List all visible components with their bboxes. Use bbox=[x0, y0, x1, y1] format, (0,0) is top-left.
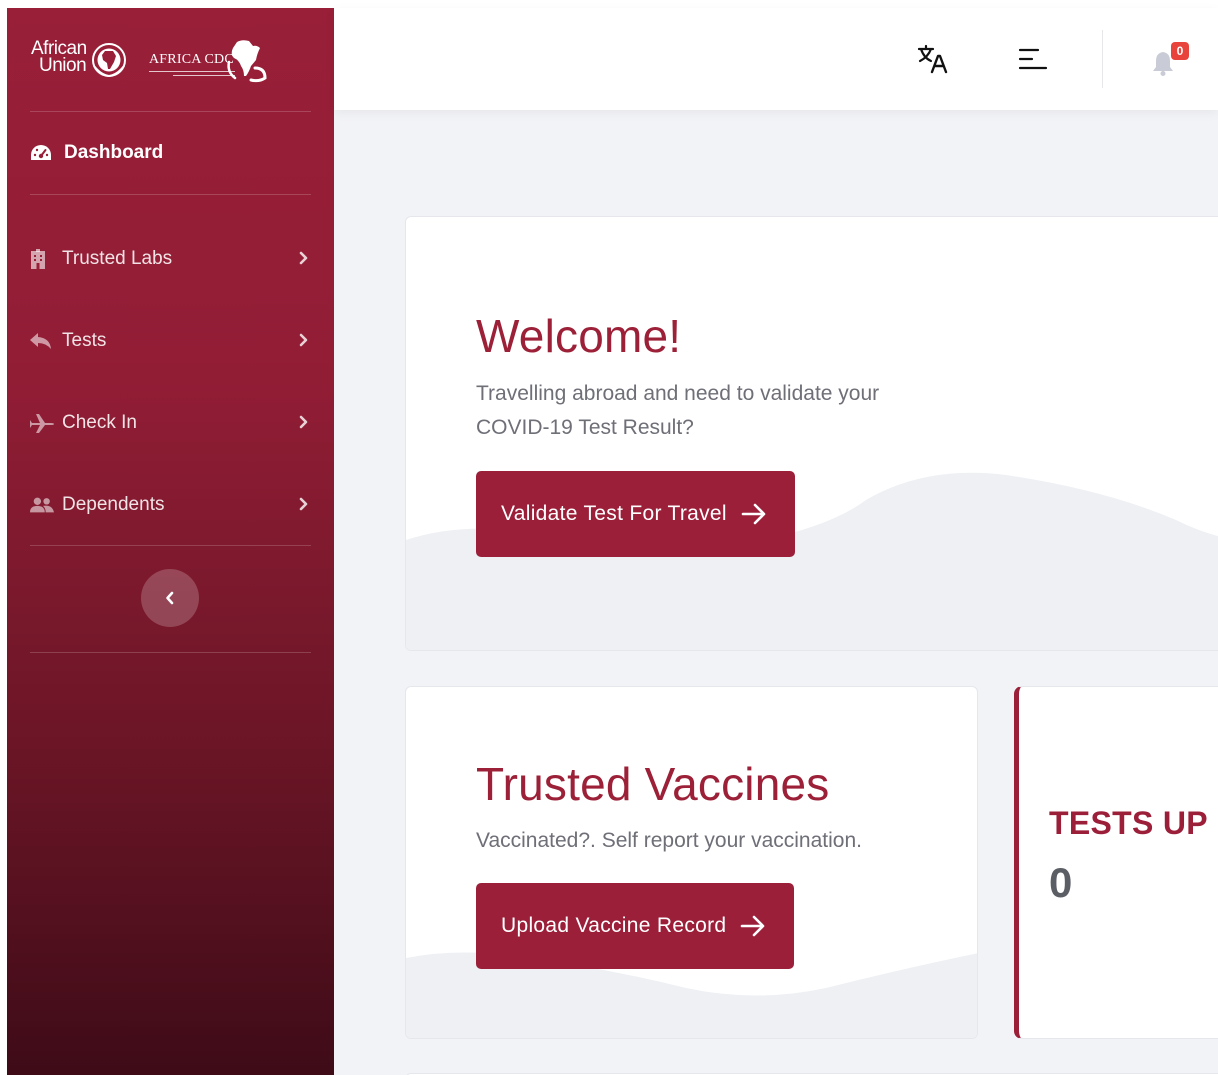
welcome-desc-line1: Travelling abroad and need to validate y… bbox=[476, 382, 880, 405]
plane-icon bbox=[30, 412, 54, 434]
vaccines-title: Trusted Vaccines bbox=[476, 758, 830, 810]
welcome-title: Welcome! bbox=[476, 310, 682, 362]
menu-toggle-button[interactable] bbox=[1016, 42, 1050, 76]
translate-icon bbox=[917, 44, 948, 74]
sidebar-item-trusted-labs[interactable]: Trusted Labs bbox=[30, 241, 311, 277]
main-content: Welcome! Travelling abroad and need to v… bbox=[334, 110, 1218, 1075]
chevron-right-icon bbox=[299, 251, 308, 265]
tests-stat-title: TESTS UP bbox=[1049, 805, 1208, 841]
upload-vaccine-label: Upload Vaccine Record bbox=[501, 914, 727, 937]
sidebar-collapse-button[interactable] bbox=[141, 569, 199, 627]
chevron-left-icon bbox=[166, 591, 174, 605]
africa-cdc-logo: AFRICA CDC bbox=[149, 38, 269, 86]
vaccines-description: Vaccinated?. Self report your vaccinatio… bbox=[476, 829, 862, 852]
chevron-right-icon bbox=[299, 333, 308, 347]
welcome-description: Travelling abroad and need to validate y… bbox=[476, 377, 879, 445]
notifications-button[interactable]: 0 bbox=[1149, 42, 1193, 80]
sidebar-item-tests[interactable]: Tests bbox=[30, 323, 311, 359]
tests-stat-count: 0 bbox=[1049, 859, 1073, 906]
arrow-right-icon bbox=[741, 503, 766, 525]
sidebar-item-label: Check In bbox=[62, 412, 137, 433]
menu-icon bbox=[1018, 48, 1048, 70]
top-bar: 0 bbox=[334, 8, 1218, 110]
topbar-divider bbox=[1102, 30, 1103, 88]
trusted-vaccines-card: Trusted Vaccines Vaccinated?. Self repor… bbox=[405, 686, 978, 1039]
sidebar-divider bbox=[30, 194, 311, 195]
sidebar-item-check-in[interactable]: Check In bbox=[30, 405, 311, 441]
africa-map-icon bbox=[227, 40, 267, 83]
users-icon bbox=[30, 494, 54, 516]
au-emblem-icon bbox=[92, 43, 126, 78]
reply-icon bbox=[30, 330, 54, 352]
translate-button[interactable] bbox=[916, 42, 950, 76]
building-icon bbox=[30, 248, 54, 270]
sidebar-item-dependents[interactable]: Dependents bbox=[30, 487, 311, 523]
sidebar-divider bbox=[30, 111, 311, 112]
validate-test-button[interactable]: Validate Test For Travel bbox=[476, 471, 795, 557]
arrow-right-icon bbox=[741, 915, 765, 937]
speedometer-icon bbox=[31, 145, 51, 160]
au-line2: Union bbox=[39, 55, 87, 76]
sidebar-item-label: Dashboard bbox=[64, 142, 164, 163]
welcome-card: Welcome! Travelling abroad and need to v… bbox=[405, 216, 1218, 651]
upload-vaccine-button[interactable]: Upload Vaccine Record bbox=[476, 883, 795, 969]
african-union-logo-text: African Union bbox=[31, 39, 87, 76]
sidebar-item-label: Trusted Labs bbox=[62, 248, 173, 269]
notification-count-badge: 0 bbox=[1171, 42, 1189, 60]
sidebar: African Union AFRICA CDC Dashboard Trust… bbox=[7, 8, 334, 1075]
chevron-right-icon bbox=[299, 497, 308, 511]
sidebar-divider bbox=[30, 545, 311, 546]
sidebar-item-dashboard[interactable]: Dashboard bbox=[30, 138, 163, 168]
sidebar-divider bbox=[30, 652, 311, 653]
welcome-desc-line2: COVID-19 Test Result? bbox=[476, 416, 694, 439]
sidebar-item-label: Tests bbox=[62, 330, 107, 351]
brand-logos[interactable]: African Union AFRICA CDC bbox=[31, 36, 311, 92]
chevron-right-icon bbox=[299, 415, 308, 429]
validate-test-label: Validate Test For Travel bbox=[501, 502, 727, 525]
cdc-name: AFRICA CDC bbox=[149, 52, 234, 67]
tests-stat-card: TESTS UP 0 bbox=[1014, 686, 1218, 1039]
sidebar-item-label: Dependents bbox=[62, 494, 165, 515]
